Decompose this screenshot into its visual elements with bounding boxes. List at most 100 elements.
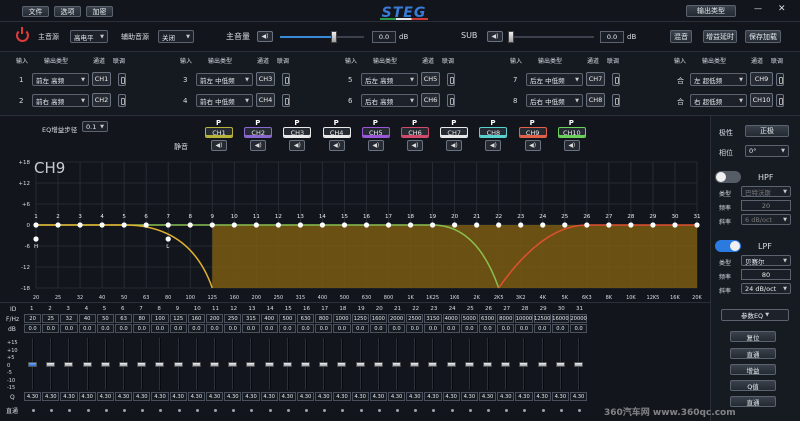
eq-mode-select[interactable]: 参数EQ ▼ xyxy=(721,309,789,321)
eq-band-freq-input[interactable]: 12500 xyxy=(533,314,551,323)
eq-band-q-input[interactable]: 4.30 xyxy=(406,392,424,401)
eq-band-gain-thumb[interactable] xyxy=(82,361,92,367)
eq-band-db-input[interactable]: 0.0 xyxy=(242,324,260,333)
eq-band-q-input[interactable]: 4.30 xyxy=(96,392,114,401)
eq-band-gain-thumb[interactable] xyxy=(137,361,147,367)
mute-speaker-icon[interactable]: ◀) xyxy=(446,140,463,151)
eq-band-q-input[interactable]: 4.30 xyxy=(206,392,224,401)
eq-band-bypass-dot[interactable] xyxy=(177,409,181,412)
eq-band-db-input[interactable]: 0.0 xyxy=(60,324,78,333)
master-volume-value[interactable]: 0.0 xyxy=(372,31,396,43)
eq-band-bypass-dot[interactable] xyxy=(86,409,90,412)
eq-band-db-input[interactable]: 0.0 xyxy=(333,324,351,333)
hpf-toggle[interactable] xyxy=(715,171,741,183)
mute-channel-button[interactable]: CH10 xyxy=(557,127,586,138)
eq-band-freq-input[interactable]: 315 xyxy=(242,314,260,323)
routing-channel-button[interactable]: CH1 xyxy=(92,72,111,86)
eq-band-bypass-dot[interactable] xyxy=(450,409,454,412)
eq-band-freq-input[interactable]: 1000 xyxy=(333,314,351,323)
eq-band-freq-input[interactable]: 630 xyxy=(297,314,315,323)
eq-band-bypass-dot[interactable] xyxy=(414,409,418,412)
eq-band-gain-thumb[interactable] xyxy=(173,361,183,367)
eq-band-db-input[interactable]: 0.0 xyxy=(96,324,114,333)
eq-band-q-input[interactable]: 4.30 xyxy=(187,392,205,401)
eq-band-q-input[interactable]: 4.30 xyxy=(133,392,151,401)
eq-band-gain-thumb[interactable] xyxy=(446,361,456,367)
sub-volume-slider[interactable] xyxy=(507,31,594,43)
eq-band-bypass-dot[interactable] xyxy=(578,409,581,412)
eq-band-q-input[interactable]: 4.30 xyxy=(533,392,551,401)
mute-channel-button[interactable]: CH7 xyxy=(440,127,469,138)
routing-output-type-select[interactable]: 后左 中低频 ▼ xyxy=(526,73,583,86)
eq-band-gain-thumb[interactable] xyxy=(519,361,529,367)
eq-band-db-input[interactable]: 0.0 xyxy=(224,324,242,333)
routing-link-toggle[interactable] xyxy=(118,73,126,86)
eq-band-db-input[interactable]: 0.0 xyxy=(297,324,315,333)
eq-band-bypass-dot[interactable] xyxy=(432,409,436,412)
routing-output-type-select[interactable]: 前左 中低频 ▼ xyxy=(196,73,253,86)
eq-band-freq-input[interactable]: 80 xyxy=(133,314,151,323)
routing-link-toggle[interactable] xyxy=(612,73,620,86)
hpf-type-select[interactable]: 巴特沃斯 ▼ xyxy=(741,186,791,197)
eq-band-db-input[interactable]: 0.0 xyxy=(151,324,169,333)
eq-band-db-input[interactable]: 0.0 xyxy=(278,324,296,333)
sub-volume-value[interactable]: 0.0 xyxy=(600,31,624,43)
eq-band-q-input[interactable]: 4.30 xyxy=(497,392,515,401)
eq-band-q-input[interactable]: 4.30 xyxy=(115,392,133,401)
eq-band-db-input[interactable]: 0.0 xyxy=(515,324,533,333)
eq-band-db-input[interactable]: 0.0 xyxy=(78,324,96,333)
eq-band-q-input[interactable]: 4.30 xyxy=(278,392,296,401)
eq-band-gain-thumb[interactable] xyxy=(355,361,365,367)
save-load-button[interactable]: 保存加载 xyxy=(745,30,781,43)
minimize-button[interactable]: — xyxy=(754,4,762,13)
eq-band-q-input[interactable]: 4.30 xyxy=(169,392,187,401)
phase-select[interactable]: 0° ▼ xyxy=(745,145,789,157)
eq-band-q-input[interactable]: 4.30 xyxy=(424,392,442,401)
eq-band-freq-input[interactable]: 500 xyxy=(278,314,296,323)
routing-channel-button[interactable]: CH9 xyxy=(750,72,773,86)
eq-band-bypass-dot[interactable] xyxy=(323,409,327,412)
eq-band-q-input[interactable]: 4.30 xyxy=(369,392,387,401)
eq-band-db-input[interactable]: 0.0 xyxy=(479,324,497,333)
eq-band-q-input[interactable]: 4.30 xyxy=(24,392,42,401)
eq-band-gain-thumb[interactable] xyxy=(155,361,165,367)
eq-band-bypass-dot[interactable] xyxy=(396,409,399,412)
eq-response-graph[interactable]: +18+12+60-6-12-1820125232340450563680710… xyxy=(0,152,710,302)
routing-channel-button[interactable]: CH6 xyxy=(421,93,440,107)
eq-band-gain-thumb[interactable] xyxy=(537,361,547,367)
eq-band-gain-thumb[interactable] xyxy=(337,361,347,367)
eq-band-gain-thumb[interactable] xyxy=(264,361,274,367)
eq-band-bypass-dot[interactable] xyxy=(268,409,272,412)
polarity-button[interactable]: 正极 xyxy=(745,125,789,137)
eq-band-db-input[interactable]: 0.0 xyxy=(406,324,424,333)
eq-band-db-input[interactable]: 0.0 xyxy=(169,324,187,333)
mute-channel-button[interactable]: CH2 xyxy=(244,127,273,138)
lpf-freq-input[interactable]: 80 xyxy=(741,269,791,280)
eq-band-freq-input[interactable]: 10000 xyxy=(515,314,533,323)
eq-band-q-input[interactable]: 4.30 xyxy=(78,392,96,401)
eq-band-q-input[interactable]: 4.30 xyxy=(42,392,60,401)
mute-speaker-icon[interactable]: ◀) xyxy=(524,140,541,151)
mute-speaker-icon[interactable]: ◀) xyxy=(289,140,306,151)
routing-link-toggle[interactable] xyxy=(612,94,620,107)
eq-band-gain-thumb[interactable] xyxy=(373,361,383,367)
eq-band-q-input[interactable]: 4.30 xyxy=(224,392,242,401)
eq-gain-button[interactable]: 增益 xyxy=(730,364,776,375)
routing-output-type-select[interactable]: 左 超低频 ▼ xyxy=(690,73,747,86)
eq-band-freq-input[interactable]: 2500 xyxy=(406,314,424,323)
eq-band-bypass-dot[interactable] xyxy=(250,409,254,412)
eq-band-db-input[interactable]: 0.0 xyxy=(260,324,278,333)
eq-band-freq-input[interactable]: 20000 xyxy=(570,314,588,323)
eq-band-db-input[interactable]: 0.0 xyxy=(24,324,42,333)
eq-band-q-input[interactable]: 4.30 xyxy=(551,392,569,401)
eq-step-select[interactable]: 0.1 ▼ xyxy=(82,121,108,132)
eq-band-gain-thumb[interactable] xyxy=(428,361,438,367)
eq-bypass-button[interactable]: 直通 xyxy=(730,348,776,359)
eq-band-freq-input[interactable]: 25 xyxy=(42,314,60,323)
eq-band-freq-input[interactable]: 250 xyxy=(224,314,242,323)
eq-band-q-input[interactable]: 4.30 xyxy=(151,392,169,401)
eq-band-bypass-dot[interactable] xyxy=(487,409,490,412)
eq-band-gain-thumb[interactable] xyxy=(301,361,310,367)
eq-band-db-input[interactable]: 0.0 xyxy=(187,324,205,333)
gain-delay-button[interactable]: 增益延时 xyxy=(703,30,737,43)
